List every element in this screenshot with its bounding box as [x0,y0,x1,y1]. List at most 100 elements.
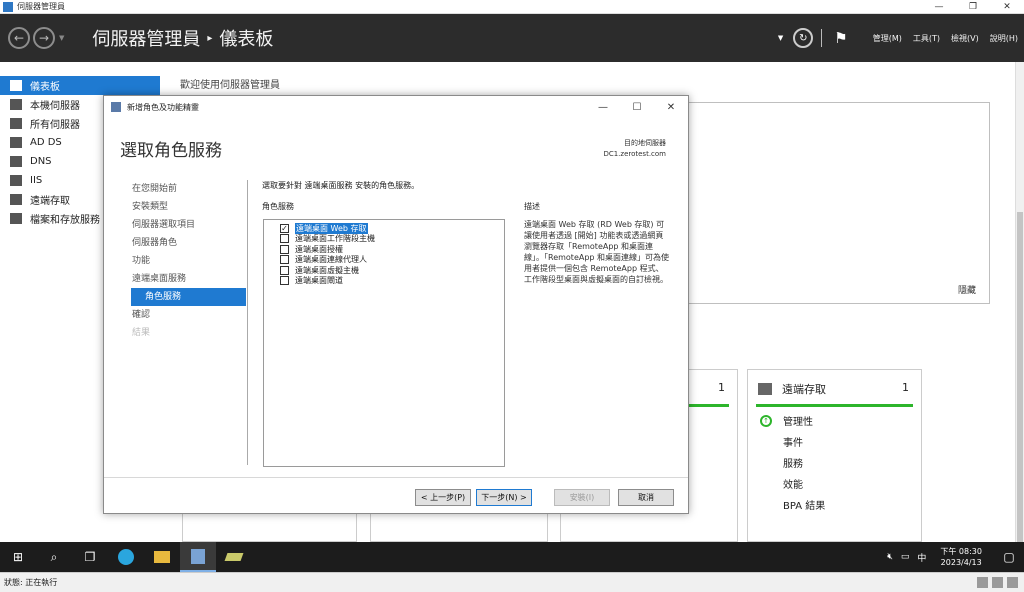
checkbox[interactable] [280,276,289,286]
breadcrumb-page: 儀表板 [219,29,274,50]
step-before-you-begin[interactable]: 在您開始前 [132,180,246,198]
service-label: 遠端桌面連線代理人 [295,255,367,265]
tile-rows: ↑ 管理性 事件 服務 效能 BPA 結果 [760,410,825,515]
tile-row-performance[interactable]: 效能 [760,473,825,494]
checkbox[interactable] [280,234,289,244]
sidebar-item-label: AD DS [30,137,62,148]
wizard-close-button[interactable]: ✕ [654,102,688,113]
tile-title[interactable]: 遠端存取 [782,381,826,397]
refresh-button[interactable]: ↻ [793,28,814,48]
volume-muted-icon[interactable]: 🔇︎ [887,552,893,562]
sidebar-item-label: DNS [30,156,52,167]
sidebar-item-label: 遠端存取 [30,196,70,207]
minimize-button[interactable]: — [922,0,956,14]
wizard-heading: 選取角色服務 [120,141,222,161]
sidebar-item-label: 檔案和存放服務 [30,215,100,226]
service-rd-session-host[interactable]: 遠端桌面工作階段主機 [268,234,500,245]
hide-link[interactable]: 隱藏 [958,283,976,296]
menu-help[interactable]: 說明(H) [990,33,1018,44]
menu-view[interactable]: 檢視(V) [951,33,979,44]
install-button: 安裝(I) [554,489,610,506]
previous-button[interactable]: < 上一步(P) [415,489,471,506]
tile-row-manageability[interactable]: ↑ 管理性 [760,410,825,431]
breadcrumb-separator-icon: ▸ [207,32,213,44]
search-button[interactable]: ⌕ [36,542,72,572]
service-label: 遠端桌面閘道 [295,276,343,286]
tile-row-label: 管理性 [783,417,813,428]
service-rd-web-access[interactable]: ✓ 遠端桌面 Web 存取 [268,222,500,234]
menu-manage[interactable]: 管理(M) [873,33,902,44]
tile-row-label: 效能 [783,480,803,491]
breadcrumb-root[interactable]: 伺服器管理員 [92,25,200,51]
task-view-button[interactable]: ❐ [72,542,108,572]
main-scrollbar[interactable] [1015,62,1024,557]
cancel-button[interactable]: 取消 [618,489,674,506]
clock[interactable]: 下午 08:30 2023/4/13 [940,546,982,568]
status-text: 狀態: 正在執行 [4,578,58,587]
tile-row-bpa[interactable]: BPA 結果 [760,494,825,515]
edge-button[interactable] [108,542,144,572]
app-icon [224,553,244,561]
step-role-services[interactable]: 角色服務 [131,288,246,306]
step-server-roles[interactable]: 伺服器角色 [132,234,246,252]
sidebar-item-label: IIS [30,175,43,186]
checkbox[interactable] [280,265,289,275]
server-manager-taskbar-button[interactable] [180,542,216,572]
window-titlebar: 伺服器管理員 — ❐ ✕ [0,0,1024,14]
step-installation-type[interactable]: 安裝類型 [132,198,246,216]
step-remote-desktop-services[interactable]: 遠端桌面服務 [132,270,246,288]
checkbox-checked[interactable]: ✓ [280,223,289,233]
server-manager-app-icon [3,1,13,12]
checkbox[interactable] [280,244,289,254]
service-rd-virtualization-host[interactable]: 遠端桌面虛擬主機 [268,265,500,276]
service-rd-connection-broker[interactable]: 遠端桌面連線代理人 [268,255,500,266]
tile-row-events[interactable]: 事件 [760,431,825,452]
app-taskbar-button[interactable] [216,542,252,572]
destination-label: 目的地伺服器 [624,139,666,147]
dropdown-icon[interactable]: ▼ [778,34,783,42]
role-services-header: 角色服務 [262,202,294,211]
scrollbar-thumb[interactable] [1017,212,1023,557]
sidebar-item-label: 儀表板 [30,82,60,93]
clock-date: 2023/4/13 [940,558,982,567]
next-button[interactable]: 下一步(N) > [476,489,532,506]
network-icon[interactable]: ▭ [901,552,910,562]
restore-button[interactable]: ❐ [956,0,990,14]
notifications-icon[interactable]: ▢ [994,550,1024,564]
steps-divider [247,180,248,465]
history-dropdown-icon[interactable]: ▼ [59,34,64,42]
step-features[interactable]: 功能 [132,252,246,270]
ime-indicator[interactable]: 中 [917,551,926,564]
forward-arrow-icon: → [38,31,50,45]
tile-row-services[interactable]: 服務 [760,452,825,473]
notifications-flag-icon[interactable]: ⚑ [834,29,847,47]
checkbox[interactable] [280,255,289,265]
dashboard-icon [10,80,22,91]
service-description: 遠端桌面 Web 存取 (RD Web 存取) 可讓使用者透過 [開始] 功能表… [524,220,670,284]
wizard-title: 新增角色及功能精靈 [127,102,199,112]
service-rd-gateway[interactable]: 遠端桌面閘道 [268,276,500,287]
step-server-selection[interactable]: 伺服器選取項目 [132,216,246,234]
wizard-minimize-button[interactable]: — [586,102,620,113]
remote-access-tile[interactable]: 遠端存取 1 ↑ 管理性 事件 服務 效能 BPA 結果 [747,369,922,542]
menu-tools[interactable]: 工具(T) [913,33,940,44]
back-button[interactable]: ← [8,27,30,49]
iis-icon [10,175,22,186]
wizard-window-controls: — ☐ ✕ [586,102,688,113]
sidebar-item-dashboard[interactable]: 儀表板 [0,76,160,95]
mouse-icon [992,577,1003,588]
close-button[interactable]: ✕ [990,0,1024,14]
wizard-steps: 在您開始前 安裝類型 伺服器選取項目 伺服器角色 功能 遠端桌面服務 角色服務 … [131,180,246,342]
destination-server: 目的地伺服器 DC1.zerotest.com [603,138,666,160]
wizard-maximize-button[interactable]: ☐ [620,102,654,113]
service-rd-licensing[interactable]: 遠端桌面授權 [268,244,500,255]
start-button[interactable]: ⊞ [0,542,36,572]
wizard-instruction: 選取要針對 遠端桌面服務 安裝的角色服務。 [262,181,420,190]
file-explorer-button[interactable] [144,542,180,572]
step-confirmation[interactable]: 確認 [132,306,246,324]
server-manager-header: ← → ▼ 伺服器管理員 ▸ 儀表板 ▼ ↻ ⚑ 管理(M) 工具(T) 檢視(… [0,14,1024,62]
server-icon [10,99,22,110]
forward-button[interactable]: → [33,27,55,49]
remote-access-icon [10,194,22,205]
display-icon [977,577,988,588]
